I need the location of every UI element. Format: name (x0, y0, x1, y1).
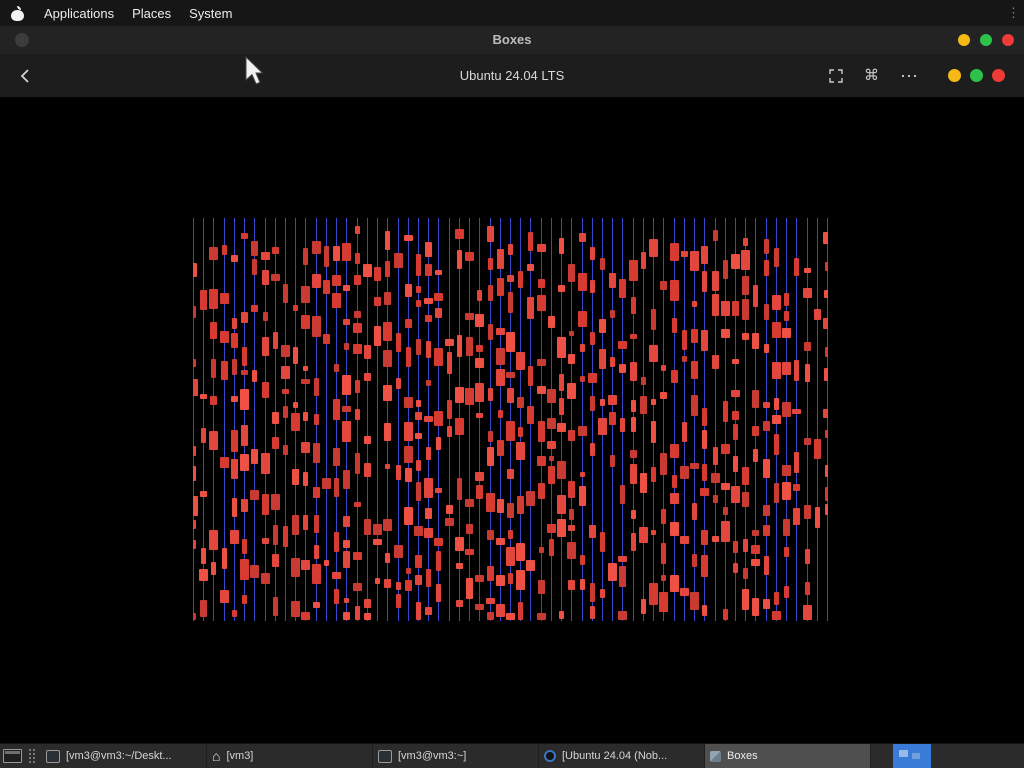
boxes-icon (710, 750, 721, 762)
taskbar-empty (931, 744, 1024, 768)
vm-maximize-button[interactable] (970, 69, 983, 82)
taskbar-item-label: [vm3@vm3:~/Deskt... (66, 750, 172, 762)
window-title: Boxes (492, 32, 532, 47)
workspace-switcher[interactable] (893, 744, 931, 768)
taskbar-items: [vm3@vm3:~/Deskt... ⌂ [vm3] [vm3@vm3:~] [Ubu… (41, 744, 871, 768)
fullscreen-icon (829, 68, 843, 83)
keyboard-shortcuts-button[interactable]: ⌘ (864, 68, 879, 83)
menu-system[interactable]: System (180, 0, 241, 26)
vm-headerbar: Ubuntu 24.04 LTS ⌘ ⋯ (0, 54, 1024, 98)
taskbar-item-label: Boxes (727, 750, 758, 762)
menu-applications[interactable]: Applications (35, 0, 123, 26)
mouse-cursor (245, 56, 265, 86)
headerbar-actions: ⌘ ⋯ (829, 54, 918, 97)
taskbar-item[interactable]: [vm3@vm3:~/Deskt... (41, 744, 207, 768)
taskbar-item[interactable]: ⌂ [vm3] (207, 744, 373, 768)
menu-button[interactable]: ⋯ (900, 67, 918, 85)
tasklist-handle[interactable] (29, 749, 35, 763)
taskbar-item-label: [vm3] (226, 750, 254, 762)
status-indicator-icon[interactable]: ⋮ (1007, 5, 1020, 21)
taskbar-item[interactable]: [vm3@vm3:~] (373, 744, 539, 768)
desktop: Applications Places System ⋮ Boxes Ubunt… (0, 0, 1024, 768)
vm-window-controls (948, 69, 1005, 82)
vm-display[interactable] (0, 97, 1024, 744)
maximize-button[interactable] (980, 34, 992, 46)
taskbar-item[interactable]: Boxes (705, 744, 871, 768)
minimize-button[interactable] (958, 34, 970, 46)
taskbar-item-label: [vm3@vm3:~] (398, 750, 467, 762)
taskbar-item[interactable]: [Ubuntu 24.04 (Nob... (539, 744, 705, 768)
taskbar-left (0, 744, 41, 768)
vm-screen-pattern (193, 218, 828, 621)
apple-menu-icon[interactable] (11, 5, 24, 21)
close-button[interactable] (1002, 34, 1014, 46)
vm-close-button[interactable] (992, 69, 1005, 82)
cursor-arrow-icon (245, 56, 264, 85)
menu-places[interactable]: Places (123, 0, 180, 26)
show-desktop-icon[interactable] (3, 749, 22, 763)
vm-viewer-icon (544, 750, 556, 762)
top-menubar: Applications Places System ⋮ (0, 0, 1024, 26)
terminal-icon (46, 749, 60, 763)
taskbar-item-label: [Ubuntu 24.04 (Nob... (562, 750, 668, 762)
boxes-titlebar: Boxes (0, 26, 1024, 54)
taskbar: [vm3@vm3:~/Deskt... ⌂ [vm3] [vm3@vm3:~] [Ubu… (0, 743, 1024, 768)
window-controls (958, 34, 1014, 46)
home-icon: ⌂ (212, 748, 221, 764)
vm-minimize-button[interactable] (948, 69, 961, 82)
fullscreen-button[interactable] (829, 68, 843, 83)
terminal-icon (378, 749, 392, 763)
